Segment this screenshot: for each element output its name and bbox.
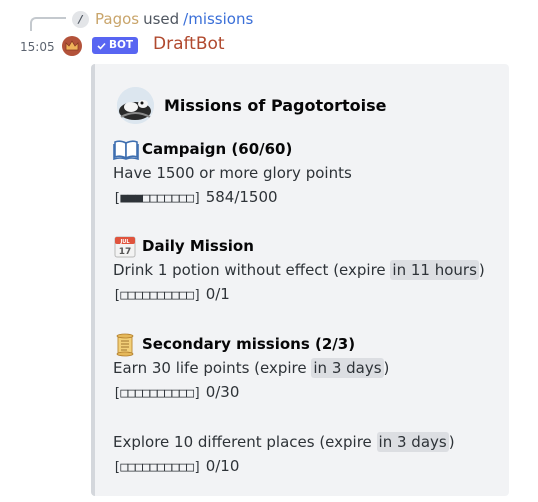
crown-avatar-icon[interactable]	[62, 36, 82, 56]
mission-description-row: Explore 10 different places (expire in 3…	[113, 430, 455, 454]
mission-expire-timestamp[interactable]: in 3 days	[311, 358, 384, 378]
bot-tag: BOT	[92, 37, 139, 54]
secondary-title-row: Secondary missions (2/3)	[113, 332, 455, 357]
secondary-mission-1: Earn 30 life points (expire in 3 days) […	[113, 356, 455, 406]
mission-description-row: Earn 30 life points (expire in 3 days)	[113, 356, 455, 380]
daily-description-row: Drink 1 potion without effect (expire in…	[113, 258, 485, 282]
mission-progress-value: 0/10	[205, 457, 240, 475]
mission-close-paren: )	[383, 359, 390, 377]
campaign-progress-bar: [■■■□□□□□□□]	[113, 191, 201, 206]
open-book-icon	[113, 138, 139, 161]
author-avatar[interactable]	[117, 87, 154, 124]
daily-progress-row: [□□□□□□□□□□] 0/1	[113, 282, 485, 308]
reply-used-text: used	[143, 10, 180, 28]
calendar-day: 17	[119, 247, 132, 257]
mission-progress-row: [□□□□□□□□□□] 0/10	[113, 454, 455, 480]
daily-title-row: JUL 17 Daily Mission	[113, 234, 485, 258]
daily-close-paren: )	[478, 261, 485, 279]
campaign-description: Have 1500 or more glory points	[113, 164, 352, 182]
message-header: 15:05 BOT DraftBot	[0, 34, 538, 58]
daily-description: Drink 1 potion without effect (expire	[113, 261, 391, 279]
daily-expire-timestamp[interactable]: in 11 hours	[390, 260, 479, 280]
daily-progress-bar: [□□□□□□□□□□]	[113, 288, 201, 303]
campaign-title-row: Campaign (60/60)	[113, 137, 352, 161]
scroll-icon	[113, 333, 137, 357]
check-icon	[97, 42, 106, 50]
mission-expire-timestamp[interactable]: in 3 days	[376, 432, 449, 452]
bot-tag-label: BOT	[109, 39, 134, 52]
campaign-title: Campaign (60/60)	[142, 140, 293, 158]
campaign-progress-row: [■■■□□□□□□□] 584/1500	[113, 185, 352, 211]
missions-embed: Missions of Pagotortoise Campaign (60/60…	[91, 64, 509, 496]
campaign-progress-value: 584/1500	[205, 188, 278, 206]
calendar-month: JUL	[119, 239, 130, 245]
secondary-title: Secondary missions (2/3)	[142, 335, 356, 353]
reply-connector	[30, 17, 66, 31]
mission-progress-row: [□□□□□□□□□□] 0/30	[113, 380, 455, 406]
reply-command[interactable]: /missions	[183, 10, 253, 28]
mission-description: Earn 30 life points (expire	[113, 359, 312, 377]
mission-spacer	[113, 406, 455, 430]
mission-progress-value: 0/30	[205, 383, 240, 401]
slash-command-icon: /	[72, 10, 89, 28]
reply-username[interactable]: Pagos	[95, 10, 139, 28]
message-timestamp: 15:05	[20, 40, 55, 54]
campaign-section: Campaign (60/60) Have 1500 or more glory…	[113, 137, 352, 211]
secondary-section: Secondary missions (2/3) Earn 30 life po…	[113, 332, 455, 480]
daily-title: Daily Mission	[142, 237, 254, 255]
secondary-mission-2: Explore 10 different places (expire in 3…	[113, 430, 455, 480]
daily-section: JUL 17 Daily Mission Drink 1 potion with…	[113, 234, 485, 308]
mission-description: Explore 10 different places (expire	[113, 433, 377, 451]
embed-author: Missions of Pagotortoise	[117, 87, 387, 124]
embed-title: Missions of Pagotortoise	[164, 96, 387, 115]
mission-progress-bar: [□□□□□□□□□□]	[113, 386, 201, 401]
reply-context[interactable]: / Pagos used /missions	[72, 8, 253, 30]
mission-progress-bar: [□□□□□□□□□□]	[113, 460, 201, 475]
author-name[interactable]: DraftBot	[153, 34, 225, 54]
calendar-icon: JUL 17	[113, 235, 137, 258]
mission-close-paren: )	[448, 433, 455, 451]
daily-progress-value: 0/1	[205, 285, 230, 303]
